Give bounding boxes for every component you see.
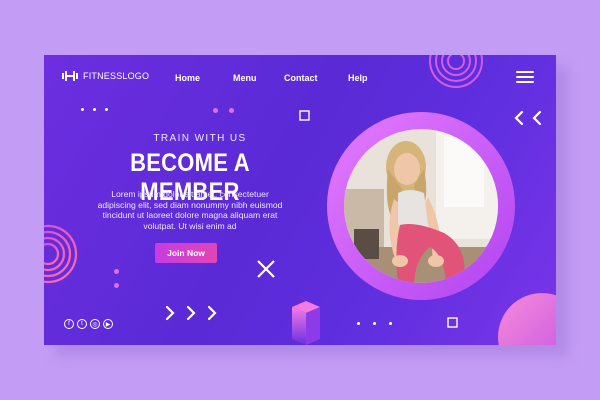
nav-contact[interactable]: Contact: [284, 73, 318, 83]
instagram-icon[interactable]: ◎: [90, 319, 100, 329]
nav-home[interactable]: Home: [175, 73, 200, 83]
box-shape: [292, 301, 320, 345]
hero-description: Lorem ipsum dolor sit amet, consectetuer…: [97, 189, 283, 231]
facebook-icon[interactable]: f: [64, 319, 74, 329]
dot: [373, 322, 376, 325]
nav-menu[interactable]: Menu: [233, 73, 257, 83]
pink-dot: [229, 108, 234, 113]
dot: [357, 322, 360, 325]
cross-shape: [257, 260, 275, 278]
social-links: f t ◎ ▶: [64, 319, 113, 329]
dot: [81, 108, 84, 111]
square-outline-top: [299, 110, 310, 121]
dot: [93, 108, 96, 111]
concentric-circles-left: [44, 224, 78, 284]
twitter-icon[interactable]: t: [77, 319, 87, 329]
pink-dot: [114, 283, 119, 288]
tagline: TRAIN WITH US: [153, 133, 247, 144]
nav-help[interactable]: Help: [348, 73, 368, 83]
chevrons-top-right: [514, 110, 542, 126]
logo-text: FITNESSLOGO: [83, 71, 150, 81]
hamburger-menu-icon[interactable]: [516, 71, 534, 85]
square-outline-bottom: [447, 317, 458, 328]
youtube-icon[interactable]: ▶: [103, 319, 113, 329]
gradient-blob-bottom-right: [498, 293, 556, 345]
join-now-button[interactable]: Join Now: [155, 243, 217, 263]
chevrons-bottom: [165, 305, 217, 321]
hero-photo: [344, 129, 498, 283]
pink-dot: [213, 108, 218, 113]
dot: [389, 322, 392, 325]
dot: [105, 108, 108, 111]
pink-dot: [114, 269, 119, 274]
top-nav: FITNESSLOGO Home Menu Contact Help: [44, 71, 556, 89]
dumbbell-icon: [62, 71, 78, 81]
brand-logo[interactable]: FITNESSLOGO: [62, 71, 149, 81]
landing-card: FITNESSLOGO Home Menu Contact Help TRAIN…: [44, 55, 556, 345]
woman-illustration: [344, 129, 498, 283]
